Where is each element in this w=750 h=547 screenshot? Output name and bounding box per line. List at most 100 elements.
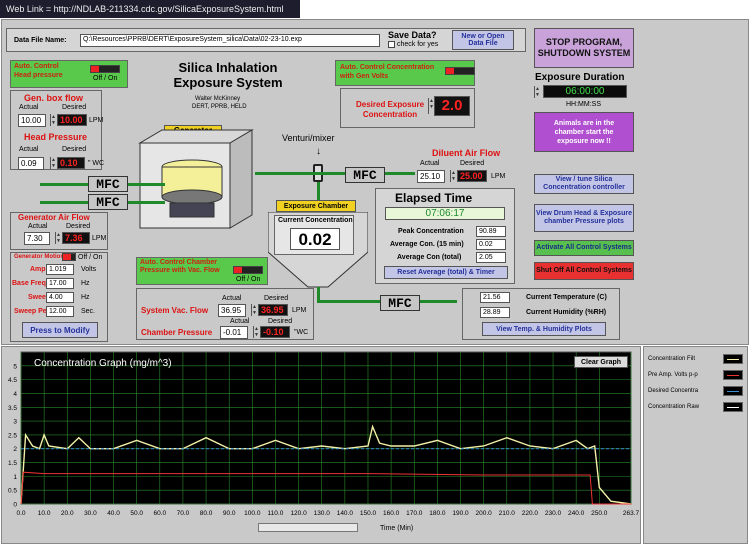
head-pressure-desired[interactable]: 0.10 xyxy=(57,157,85,169)
avg15-value: 0.02 xyxy=(476,239,506,250)
head-pressure-toggle[interactable] xyxy=(90,65,120,73)
y-tick-label: 1.5 xyxy=(8,460,17,467)
legend-label: Pre Amp. Volts p-p xyxy=(648,372,698,378)
temp-humidity-plots-button[interactable]: View Temp. & Humidity Plots xyxy=(482,322,606,336)
y-tick-label: 4 xyxy=(13,391,17,398)
x-tick-label: 263.7 xyxy=(623,510,640,517)
legend-item[interactable]: Desired Concentra xyxy=(644,383,747,399)
conc-control-label: Auto. Control Concentration with Gen Vol… xyxy=(340,64,435,80)
vac-flow-unit: LPM xyxy=(292,307,307,314)
sweep-unit: Hz xyxy=(81,294,90,301)
chamber-pressure-actual: -0.01 xyxy=(220,326,248,339)
x-tick-label: 160.0 xyxy=(383,510,400,517)
head-pressure-spinner[interactable]: ▲ ▼ xyxy=(50,157,56,169)
gen-motion-toggle[interactable] xyxy=(62,253,76,261)
gen-box-desired[interactable]: 10.00 xyxy=(57,114,87,126)
duration-format: HH:MM:SS xyxy=(566,101,601,108)
graph-scrollbar[interactable] xyxy=(258,523,358,532)
current-conc-label: Current Concentration xyxy=(278,217,353,224)
drum-head-plots-button[interactable]: View Drum Head & Exposure chamber Pressu… xyxy=(534,204,634,232)
clear-graph-button[interactable]: Clear Graph xyxy=(574,356,628,368)
exposure-duration-title: Exposure Duration xyxy=(535,72,625,83)
check-for-yes-label: check for yes xyxy=(397,41,439,48)
press-to-modify-button[interactable]: Press to Modify xyxy=(22,322,98,338)
gen-air-title: Generator Air Flow xyxy=(18,213,90,222)
reset-average-button[interactable]: Reset Average (total) & Timer xyxy=(384,266,508,279)
gen-box-unit: LPM xyxy=(89,117,104,124)
data-file-input[interactable]: Q:\Resources\PPRB\DERT\ExposureSystem_si… xyxy=(80,34,380,47)
duration-spinner[interactable]: ▲ ▼ xyxy=(534,86,540,98)
x-tick-label: 40.0 xyxy=(107,510,120,517)
head-pressure-actual: 0.09 xyxy=(18,157,44,170)
chamber-pressure-label: Chamber Pressure xyxy=(141,328,213,337)
vac-flow-spinner[interactable]: ▲ ▼ xyxy=(251,304,257,316)
desired-conc-label: Desired Exposure Concentration xyxy=(355,100,425,119)
head-pressure-title: Head Pressure xyxy=(24,132,88,142)
tune-controller-button[interactable]: View / tune Silica Concentration control… xyxy=(534,174,634,194)
x-tick-label: 100.0 xyxy=(244,510,261,517)
legend-item[interactable]: Pre Amp. Volts p-p xyxy=(644,367,747,383)
base-freq-value[interactable]: 17.00 xyxy=(46,278,74,289)
x-tick-label: 190.0 xyxy=(452,510,469,517)
x-tick-label: 120.0 xyxy=(290,510,307,517)
graph-xlabel: Time (Min) xyxy=(380,525,414,532)
x-tick-label: 230.0 xyxy=(545,510,562,517)
desired-conc-value[interactable]: 2.0 xyxy=(434,96,470,116)
diluent-spinner[interactable]: ▲ ▼ xyxy=(450,170,456,182)
desired-conc-spinner[interactable]: ▲ ▼ xyxy=(428,98,434,114)
diluent-desired[interactable]: 25.00 xyxy=(457,170,487,182)
head-pressure-toggle-label: Off / On xyxy=(93,75,118,82)
humidity-label: Current Humidity (%RH) xyxy=(526,309,607,316)
gen-air-unit: LPM xyxy=(92,235,107,242)
exposure-duration-value[interactable]: 06:00:00 xyxy=(543,85,627,98)
amplitude-value[interactable]: 1.019 xyxy=(46,264,74,275)
sweep-period-value[interactable]: 12.00 xyxy=(46,306,74,317)
chamber-pressure-spinner[interactable]: ▲ ▼ xyxy=(253,326,259,338)
x-tick-label: 220.0 xyxy=(522,510,539,517)
head-pressure-desired-label: Desired xyxy=(62,146,87,153)
avgtotal-label: Average Con (total) xyxy=(397,254,462,261)
gen-air-spinner[interactable]: ▲ ▼ xyxy=(55,232,61,244)
activate-all-button[interactable]: Activate All Control Systems xyxy=(534,240,634,256)
x-tick-label: 90.0 xyxy=(223,510,236,517)
save-data-checkbox[interactable] xyxy=(388,41,395,48)
mfc-diluent: MFC xyxy=(345,167,385,183)
temp-value: 21.56 xyxy=(480,292,510,303)
gen-air-desired-label: Desired xyxy=(66,223,91,230)
chamber-control-label: Auto. Control Chamber Pressure with Vac.… xyxy=(140,259,220,274)
sweep-period-unit: Sec. xyxy=(81,308,96,315)
chamber-control-toggle[interactable] xyxy=(233,266,263,274)
y-tick-label: 1 xyxy=(13,474,17,481)
animals-message: Animals are in the chamber start the exp… xyxy=(534,112,634,152)
graph-title: Concentration Graph (mg/m^3) xyxy=(34,358,172,369)
vac-flow-actual-label: Actual xyxy=(222,295,242,302)
x-tick-label: 150.0 xyxy=(360,510,377,517)
y-tick-label: 3.5 xyxy=(8,405,17,412)
avg15-label: Average Con. (15 min) xyxy=(390,241,464,248)
shut-off-all-button[interactable]: Shut Off All Control Systems xyxy=(534,262,634,280)
y-tick-label: 4.5 xyxy=(8,377,17,384)
y-tick-label: 0 xyxy=(13,502,17,509)
gen-box-actual: 10.00 xyxy=(18,114,46,127)
avgtotal-value: 2.05 xyxy=(476,252,506,263)
concentration-chart: 0.0 10.0 20.0 30.0 40.0 50.0 60.0 70.0 80.0 90.0 1… xyxy=(8,351,640,517)
gen-box-spinner[interactable]: ▲ ▼ xyxy=(50,114,56,126)
legend-item[interactable]: Concentration Raw xyxy=(644,399,747,415)
sweep-value[interactable]: 4.00 xyxy=(46,292,74,303)
x-tick-label: 140.0 xyxy=(337,510,354,517)
diluent-unit: LPM xyxy=(491,173,506,180)
diluent-actual-label: Actual xyxy=(420,160,440,167)
chamber-pressure-desired[interactable]: -0.10 xyxy=(260,326,290,338)
chamber-inlet-pipe xyxy=(317,182,320,200)
legend-label: Desired Concentra xyxy=(648,388,699,394)
stop-program-button[interactable]: STOP PROGRAM, SHUTDOWN SYSTEM xyxy=(534,28,634,68)
web-link[interactable]: Web Link = http://NDLAB-211334.cdc.gov/S… xyxy=(0,0,300,18)
conc-control-toggle[interactable] xyxy=(445,67,475,75)
open-data-file-button[interactable]: New or Open Data File xyxy=(452,30,514,50)
vac-flow-desired[interactable]: 36.95 xyxy=(258,304,288,316)
legend-item[interactable]: Concentration Filt xyxy=(644,351,747,367)
gen-air-desired[interactable]: 7.36 xyxy=(62,232,90,244)
legend-label: Concentration Filt xyxy=(648,356,696,362)
temp-label: Current Temperature (C) xyxy=(526,294,607,301)
x-tick-label: 10.0 xyxy=(38,510,51,517)
